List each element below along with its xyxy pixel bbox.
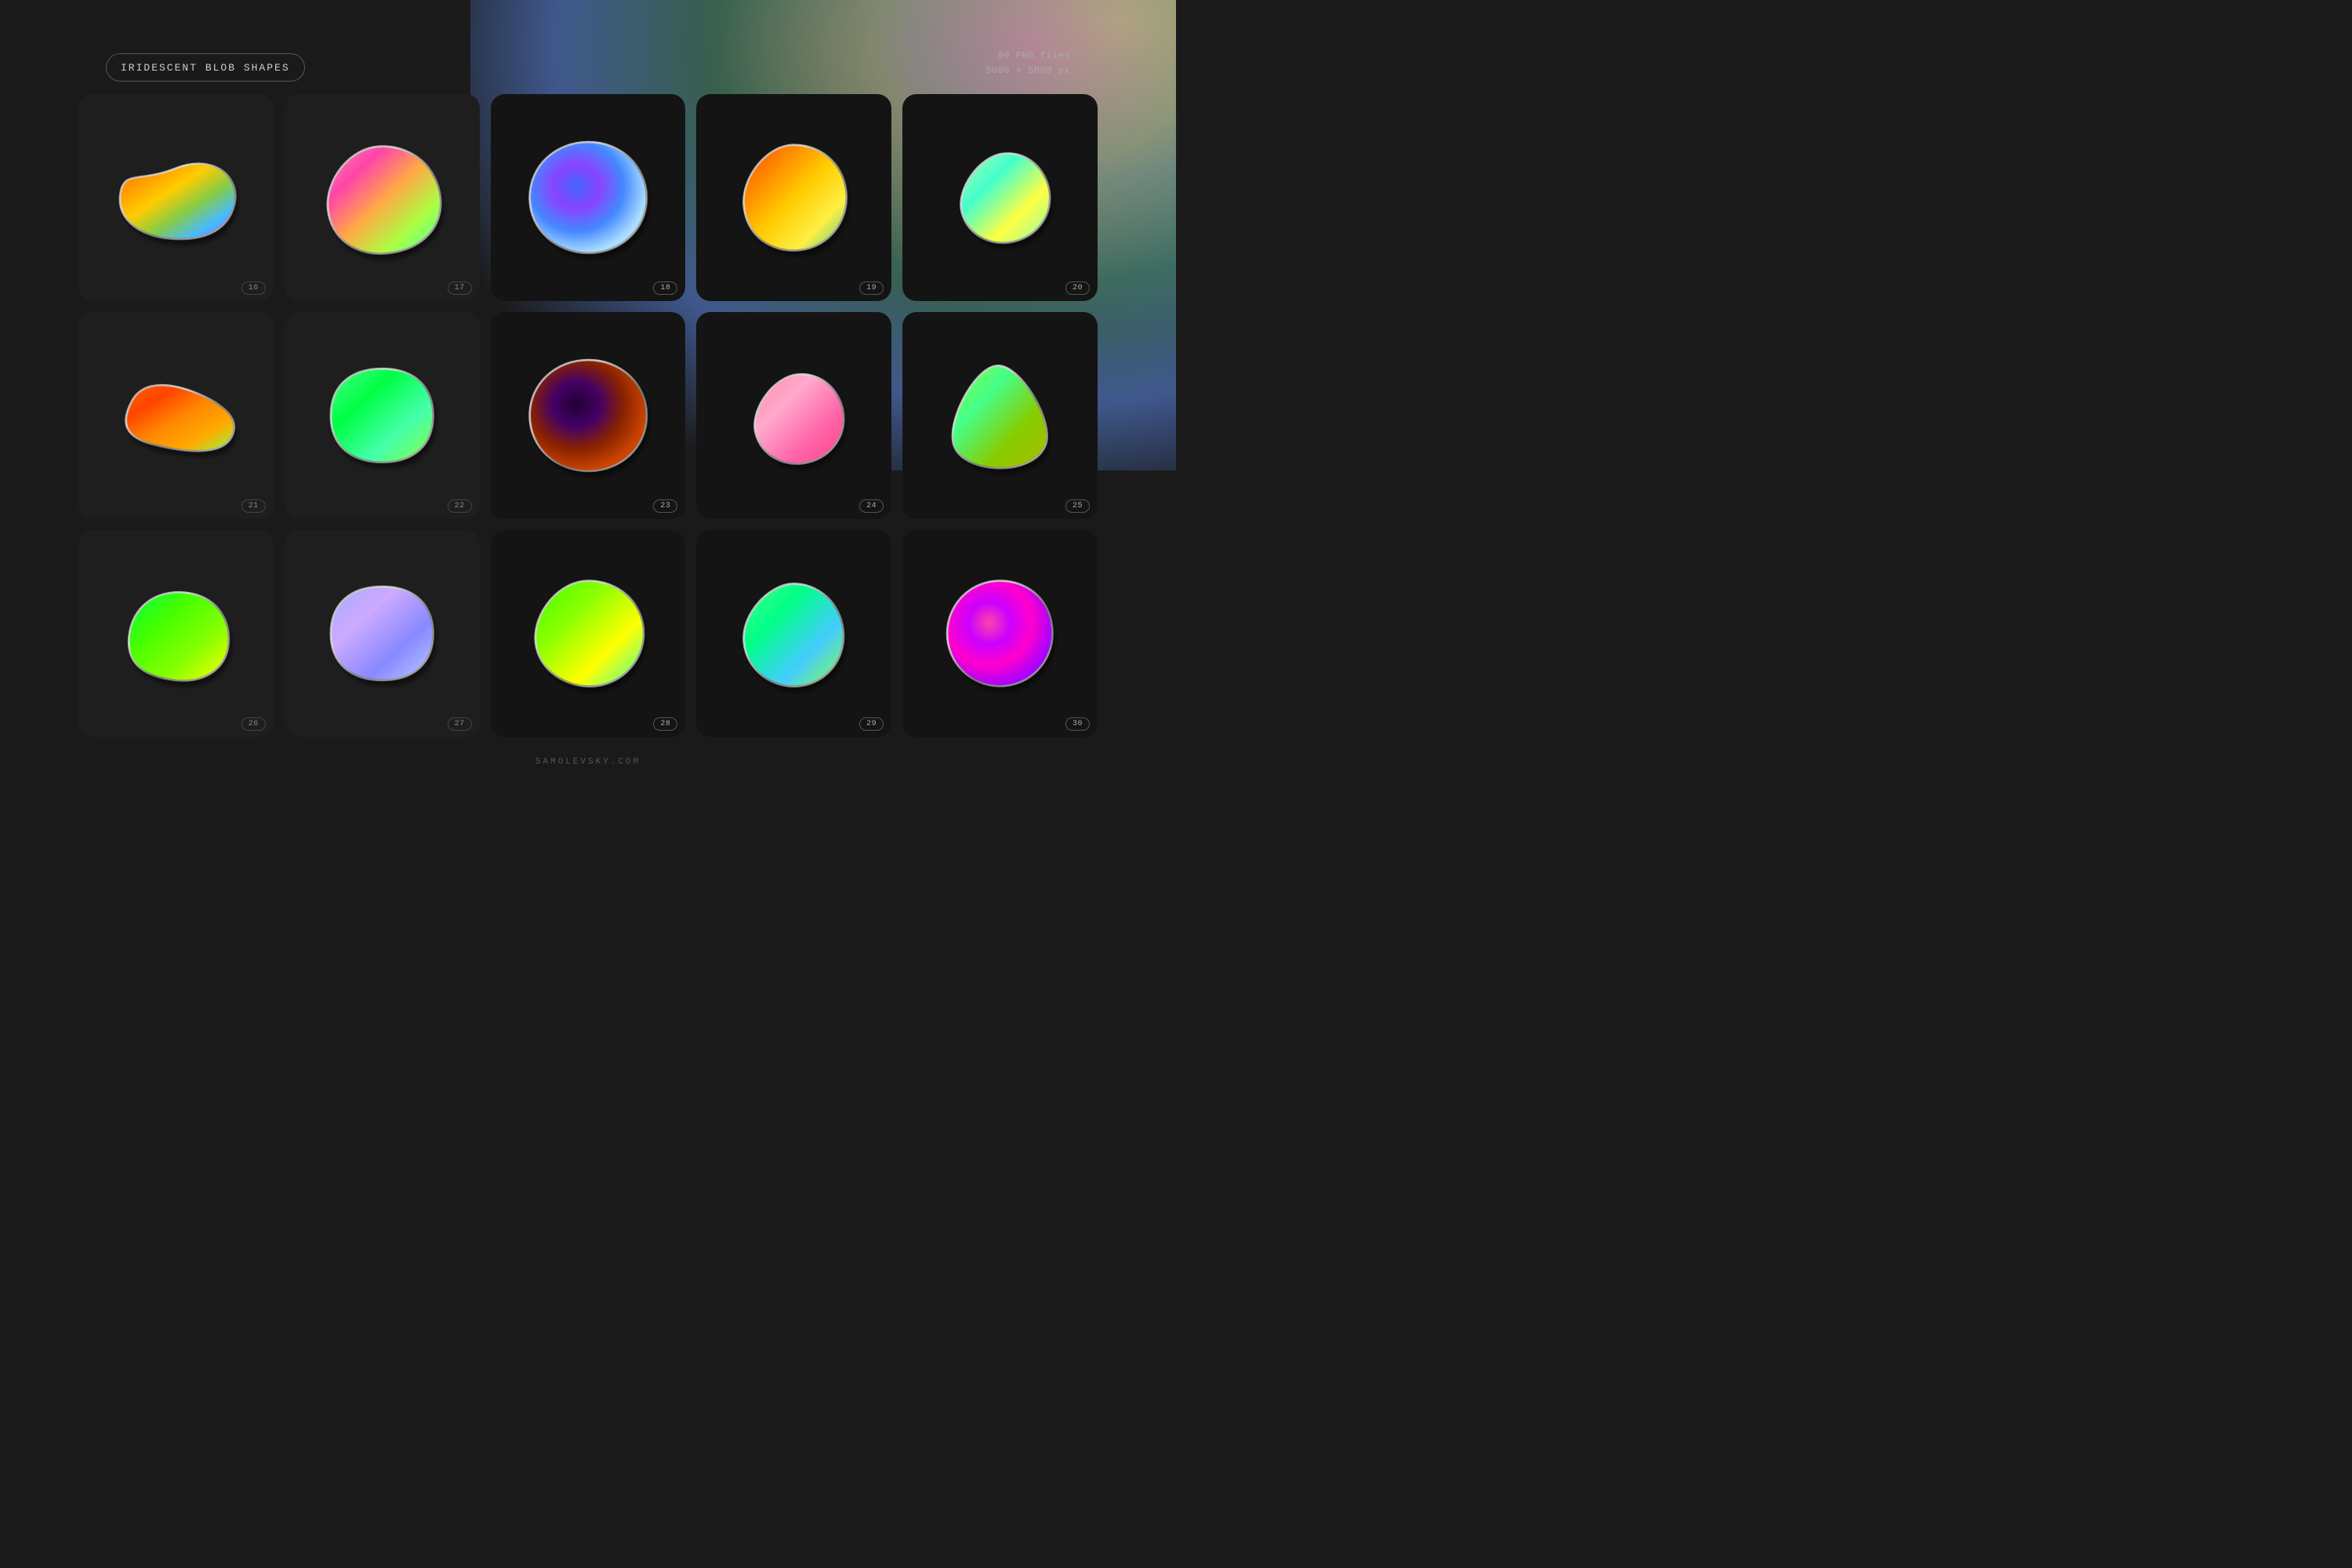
blob-svg-16 bbox=[103, 120, 249, 275]
info-text: 90 PNG files 5000 × 5000 px bbox=[985, 49, 1070, 78]
title-text: IRIDESCENT BLOB SHAPES bbox=[121, 62, 290, 74]
blob-svg-27 bbox=[309, 556, 456, 711]
blob-card-24: 24 bbox=[696, 312, 891, 519]
blob-card-25: 25 bbox=[902, 312, 1098, 519]
blob-card-22: 22 bbox=[285, 312, 480, 519]
card-number-24: 24 bbox=[859, 499, 884, 513]
blob-svg-18 bbox=[515, 120, 662, 275]
card-number-19: 19 bbox=[859, 281, 884, 295]
blob-svg-29 bbox=[720, 556, 867, 711]
blob-svg-20 bbox=[927, 120, 1073, 275]
blob-card-27: 27 bbox=[285, 530, 480, 737]
blob-card-21: 21 bbox=[78, 312, 274, 519]
card-number-29: 29 bbox=[859, 717, 884, 731]
blob-card-17: 17 bbox=[285, 94, 480, 301]
blob-svg-25 bbox=[927, 338, 1073, 493]
blob-svg-28 bbox=[515, 556, 662, 711]
card-number-23: 23 bbox=[653, 499, 677, 513]
blob-svg-24 bbox=[720, 338, 867, 493]
card-number-20: 20 bbox=[1065, 281, 1090, 295]
card-number-26: 26 bbox=[241, 717, 266, 731]
title-badge: IRIDESCENT BLOB SHAPES bbox=[106, 53, 305, 82]
blob-card-19: 19 bbox=[696, 94, 891, 301]
blob-card-20: 20 bbox=[902, 94, 1098, 301]
info-line2: 5000 × 5000 px bbox=[985, 64, 1070, 78]
blob-card-29: 29 bbox=[696, 530, 891, 737]
card-number-25: 25 bbox=[1065, 499, 1090, 513]
blob-svg-17 bbox=[309, 120, 456, 275]
blob-svg-19 bbox=[720, 120, 867, 275]
card-number-17: 17 bbox=[448, 281, 472, 295]
card-number-21: 21 bbox=[241, 499, 266, 513]
blob-card-26: 26 bbox=[78, 530, 274, 737]
blob-svg-30 bbox=[927, 556, 1073, 711]
card-number-27: 27 bbox=[448, 717, 472, 731]
blob-card-28: 28 bbox=[491, 530, 686, 737]
footer-text: SAMOLEVSKY.COM bbox=[535, 757, 641, 767]
info-line1: 90 PNG files bbox=[985, 49, 1070, 64]
card-number-30: 30 bbox=[1065, 717, 1090, 731]
blob-svg-23 bbox=[515, 338, 662, 493]
blob-card-30: 30 bbox=[902, 530, 1098, 737]
card-number-28: 28 bbox=[653, 717, 677, 731]
card-number-16: 16 bbox=[241, 281, 266, 295]
blob-card-16: 16 bbox=[78, 94, 274, 301]
blob-svg-21 bbox=[103, 338, 249, 493]
blob-card-23: 23 bbox=[491, 312, 686, 519]
blob-card-18: 18 bbox=[491, 94, 686, 301]
blob-grid: 16 bbox=[78, 94, 1098, 737]
card-number-18: 18 bbox=[653, 281, 677, 295]
card-number-22: 22 bbox=[448, 499, 472, 513]
blob-svg-22 bbox=[309, 338, 456, 493]
blob-svg-26 bbox=[103, 556, 249, 711]
